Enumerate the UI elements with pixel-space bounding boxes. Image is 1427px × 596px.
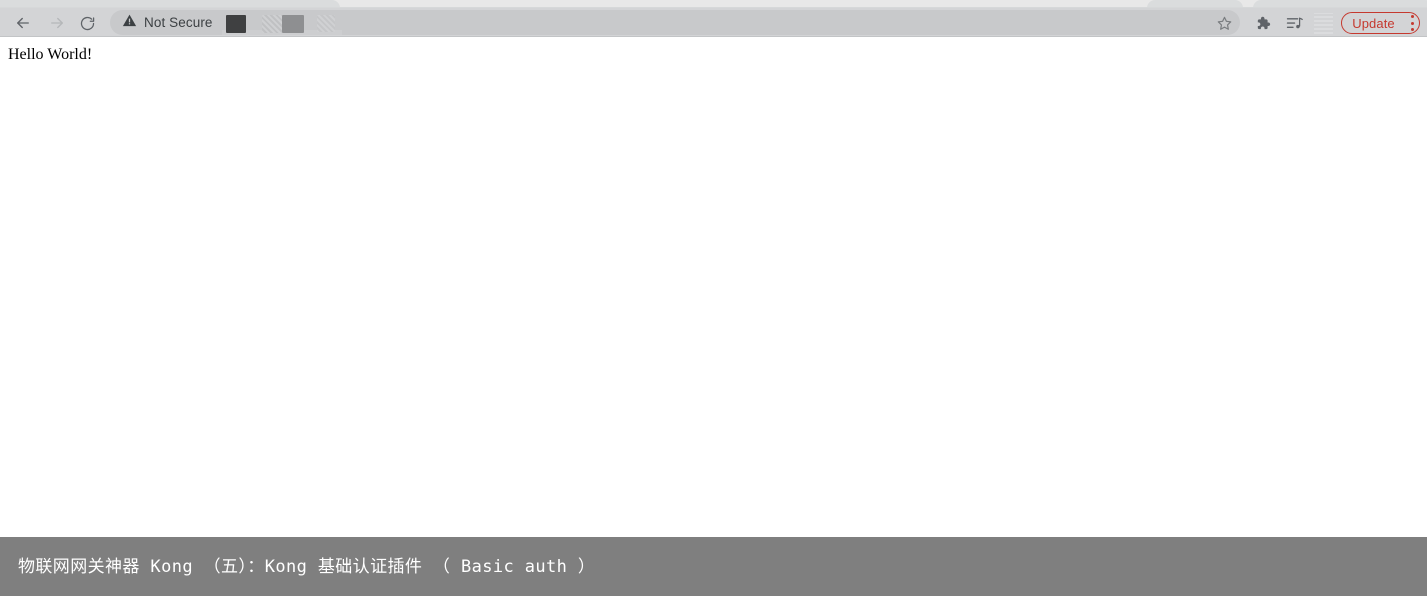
url-redaction-block [226,15,246,33]
star-icon [1216,15,1233,32]
media-controls-button[interactable] [1282,11,1306,35]
media-control-icon [1285,15,1304,32]
security-label: Not Secure [144,15,213,30]
arrow-right-icon [48,14,66,32]
avatar-icon [1313,12,1333,34]
menu-dot [1410,15,1414,18]
url-redaction-block [262,15,282,33]
browser-toolbar: Not Secure Update [0,8,1427,37]
menu-dot [1410,28,1414,31]
back-button[interactable] [10,10,36,36]
arrow-left-icon [14,14,32,32]
browser-window: Not Secure Update Hello World! 物联网网关神器 K… [0,0,1427,596]
three-dot-menu-icon[interactable] [1405,14,1419,32]
url-redaction-block [282,15,304,33]
page-body-text: Hello World! [8,46,93,63]
caption-bar: 物联网网关神器 Kong （五）：Kong 基础认证插件 （ Basic aut… [0,537,1427,596]
forward-button[interactable] [44,10,70,36]
extensions-button[interactable] [1250,11,1274,35]
reload-icon [79,15,96,32]
warning-triangle-icon [122,13,137,33]
bookmark-button[interactable] [1212,11,1236,35]
caption-text: 物联网网关神器 Kong （五）：Kong 基础认证插件 （ Basic aut… [18,556,596,577]
profile-avatar-button[interactable] [1312,11,1334,35]
puzzle-piece-icon [1254,15,1271,32]
address-bar[interactable]: Not Secure [110,10,1240,35]
page-viewport: Hello World! [0,38,1427,537]
reload-button[interactable] [74,10,100,36]
security-indicator[interactable]: Not Secure [122,10,213,35]
update-button-label: Update [1352,15,1395,31]
tab-strip [0,0,1427,8]
menu-dot [1410,21,1414,25]
url-redaction-block [317,15,335,32]
